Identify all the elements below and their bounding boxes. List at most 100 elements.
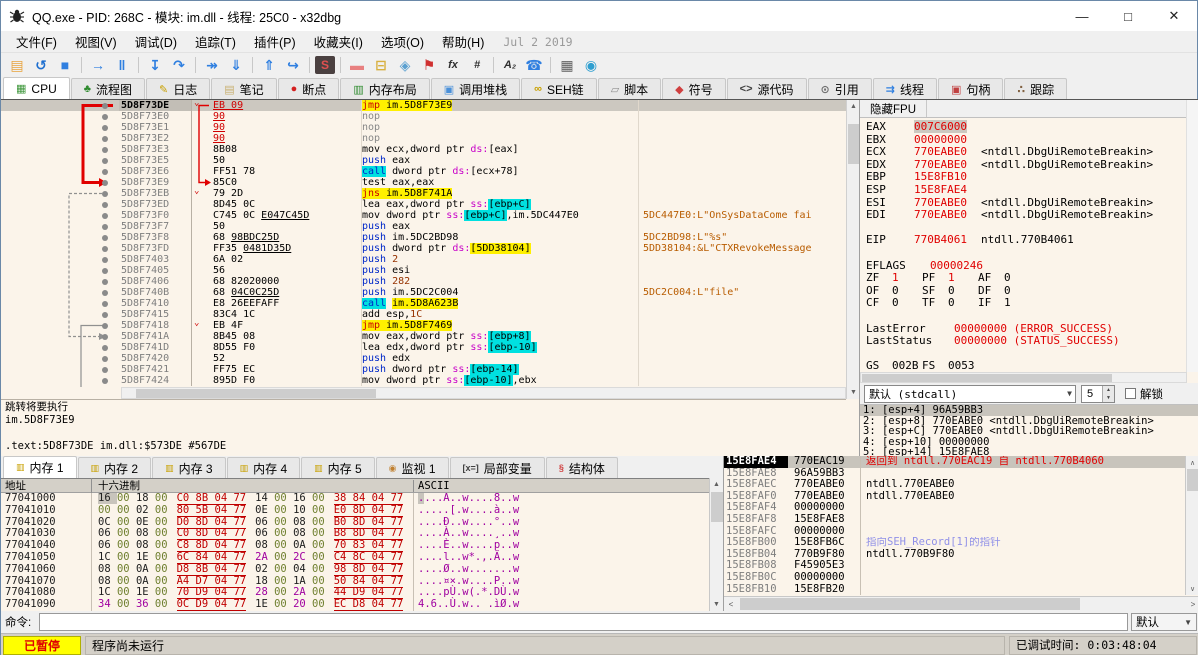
stack-row[interactable]: 15E8FB0C00000000 bbox=[724, 572, 1198, 584]
breakpoint-dot[interactable] bbox=[102, 191, 108, 197]
skip-exceptions-icon[interactable]: S bbox=[315, 56, 335, 74]
tab-笔记[interactable]: ▤笔记 bbox=[211, 78, 276, 99]
disasm-row[interactable]: 5D8F742052push edx bbox=[1, 353, 846, 364]
register-line[interactable]: EFLAGS00000246 bbox=[866, 260, 1198, 273]
menu-item-p[interactable]: 插件(P) bbox=[245, 30, 305, 53]
disasm-row[interactable]: 5D8F73E290nop bbox=[1, 133, 846, 144]
tab-内存布局[interactable]: ▥内存布局 bbox=[340, 78, 429, 99]
stack-vscrollbar[interactable]: ∧ ∨ bbox=[1185, 456, 1198, 595]
spin-up-icon[interactable]: ▲ bbox=[1103, 386, 1114, 394]
disasm-row[interactable]: 5D8F73E985C0test eax,eax bbox=[1, 177, 846, 188]
disasm-row[interactable]: 5D8F73EB⌄79 2Djns im.5D8F741A bbox=[1, 188, 846, 199]
disasm-gutter[interactable] bbox=[1, 364, 119, 375]
disasm-gutter[interactable] bbox=[1, 254, 119, 265]
tab-句柄[interactable]: ▣句柄 bbox=[938, 78, 1003, 99]
breakpoint-dot[interactable] bbox=[102, 268, 108, 274]
breakpoint-dot[interactable] bbox=[102, 367, 108, 373]
dump-tab-内存 3[interactable]: ▥内存 3 bbox=[152, 457, 226, 478]
disasm-gutter[interactable] bbox=[1, 177, 119, 188]
breakpoint-dot[interactable] bbox=[102, 136, 108, 142]
breakpoint-dot[interactable] bbox=[102, 323, 108, 329]
disasm-row[interactable]: 5D8F73F0C745 0C E047C45Dmov dword ptr ss… bbox=[1, 210, 846, 221]
disasm-row[interactable]: 5D8F73F868 98BDC25Dpush im.5DC2BD985DC2B… bbox=[1, 232, 846, 243]
tab-CPU[interactable]: ▦CPU bbox=[3, 77, 70, 99]
disasm-gutter[interactable] bbox=[1, 309, 119, 320]
disassembly-vscrollbar[interactable]: ▲ ▼ bbox=[846, 100, 859, 399]
calculator-icon[interactable]: ▦ bbox=[556, 55, 578, 75]
tab-源代码[interactable]: <>源代码 bbox=[727, 78, 807, 99]
run-icon[interactable]: → bbox=[87, 55, 109, 75]
registers-hscrollbar[interactable] bbox=[860, 372, 1187, 383]
disasm-gutter[interactable] bbox=[1, 199, 119, 210]
breakpoint-dot[interactable] bbox=[102, 213, 108, 219]
tab-SEH链[interactable]: ∞SEH链 bbox=[521, 78, 597, 99]
breakpoint-dot[interactable] bbox=[102, 290, 108, 296]
disasm-gutter[interactable] bbox=[1, 287, 119, 298]
breakpoint-dot[interactable] bbox=[102, 312, 108, 318]
step-over-icon[interactable]: ↷ bbox=[168, 55, 190, 75]
dump-tab-结构体[interactable]: §结构体 bbox=[546, 457, 618, 478]
dump-tab-内存 5[interactable]: ▥内存 5 bbox=[301, 457, 375, 478]
disasm-row[interactable]: 5D8F73FDFF35 0481D35Dpush dword ptr ds:[… bbox=[1, 243, 846, 254]
disasm-gutter[interactable] bbox=[1, 144, 119, 155]
comment-icon[interactable]: ⊟ bbox=[370, 55, 392, 75]
tab-跟踪[interactable]: ∴跟踪 bbox=[1004, 78, 1067, 99]
breakpoint-dot[interactable] bbox=[102, 235, 108, 241]
disassembly-hscrollbar[interactable] bbox=[121, 387, 846, 399]
disasm-row[interactable]: 5D8F73E38B08mov ecx,dword ptr ds:[eax] bbox=[1, 144, 846, 155]
disasm-row[interactable]: 5D8F741583C4 1Cadd esp,1C bbox=[1, 309, 846, 320]
dump-vscrollbar[interactable]: ▲ ▼ bbox=[709, 478, 723, 611]
breakpoint-dot[interactable] bbox=[102, 301, 108, 307]
dump-tab-内存 2[interactable]: ▥内存 2 bbox=[78, 457, 152, 478]
stack-row[interactable]: 15E8FB1015E8FB20 bbox=[724, 584, 1198, 595]
calling-convention-select[interactable]: 默认 (stdcall) ▼ bbox=[864, 385, 1076, 403]
stack-row[interactable]: 15E8FB0015E8FB6C指向SEH_Record[1]的指针 bbox=[724, 537, 1198, 549]
register-line[interactable]: OF0SF0DF0 bbox=[866, 285, 1198, 298]
tab-脚本[interactable]: ▱脚本 bbox=[598, 78, 661, 99]
disasm-row[interactable]: 5D8F73E6FF51 78call dword ptr ds:[ecx+78… bbox=[1, 166, 846, 177]
breakpoint-dot[interactable] bbox=[102, 378, 108, 384]
stack-hscrollbar[interactable]: < > bbox=[724, 596, 1198, 611]
disasm-row[interactable]: 5D8F73ED8D45 0Clea eax,dword ptr ss:[ebp… bbox=[1, 199, 846, 210]
menu-item-v[interactable]: 视图(V) bbox=[66, 30, 126, 53]
tab-日志[interactable]: ✎日志 bbox=[146, 78, 210, 99]
disasm-gutter[interactable] bbox=[1, 100, 119, 111]
function-icon[interactable]: fx bbox=[442, 55, 464, 75]
tab-流程图[interactable]: ♣流程图 bbox=[71, 78, 145, 99]
disasm-gutter[interactable] bbox=[1, 155, 119, 166]
disasm-gutter[interactable] bbox=[1, 166, 119, 177]
breakpoint-dot[interactable] bbox=[102, 356, 108, 362]
menu-item-i[interactable]: 收藏夹(I) bbox=[305, 30, 372, 53]
disasm-row[interactable]: 5D8F73F750push eax bbox=[1, 221, 846, 232]
dump-tab-内存 4[interactable]: ▥内存 4 bbox=[227, 457, 301, 478]
disasm-row[interactable]: 5D8F74036A 02push 2 bbox=[1, 254, 846, 265]
label-icon[interactable]: ◈ bbox=[394, 55, 416, 75]
breakpoint-dot[interactable] bbox=[102, 345, 108, 351]
open-file-icon[interactable]: ▤ bbox=[6, 55, 28, 75]
register-line[interactable]: EDI770EABE0<ntdll.DbgUiRemoteBreakin> bbox=[866, 209, 1198, 222]
breakpoint-dot[interactable] bbox=[102, 202, 108, 208]
disasm-gutter[interactable] bbox=[1, 243, 119, 254]
dump-tab-局部变量[interactable]: [x=]局部变量 bbox=[450, 457, 545, 478]
disasm-gutter[interactable] bbox=[1, 353, 119, 364]
disasm-row[interactable]: 5D8F740556push esi bbox=[1, 265, 846, 276]
disasm-gutter[interactable] bbox=[1, 221, 119, 232]
patch-icon[interactable]: ▬ bbox=[346, 55, 368, 75]
attach-icon[interactable]: ☎ bbox=[523, 55, 545, 75]
disasm-row[interactable]: 5D8F73E550push eax bbox=[1, 155, 846, 166]
tab-符号[interactable]: ◆符号 bbox=[662, 78, 725, 99]
disasm-gutter[interactable] bbox=[1, 320, 119, 331]
arg-count-stepper[interactable]: 5 ▲▼ bbox=[1081, 385, 1115, 403]
minimize-button[interactable]: — bbox=[1059, 1, 1105, 31]
breakpoint-dot[interactable] bbox=[102, 169, 108, 175]
run-to-user-code-icon[interactable]: ↪ bbox=[282, 55, 304, 75]
pause-icon[interactable]: ‖ bbox=[111, 55, 133, 75]
breakpoint-dot[interactable] bbox=[102, 103, 108, 109]
hide-fpu-button[interactable]: 隐藏FPU bbox=[860, 100, 927, 117]
breakpoint-dot[interactable] bbox=[102, 147, 108, 153]
spin-down-icon[interactable]: ▼ bbox=[1103, 394, 1114, 402]
disasm-gutter[interactable] bbox=[1, 188, 119, 199]
tab-引用[interactable]: ⊙引用 bbox=[808, 78, 872, 99]
breakpoint-dot[interactable] bbox=[102, 114, 108, 120]
breakpoint-dot[interactable] bbox=[102, 334, 108, 340]
